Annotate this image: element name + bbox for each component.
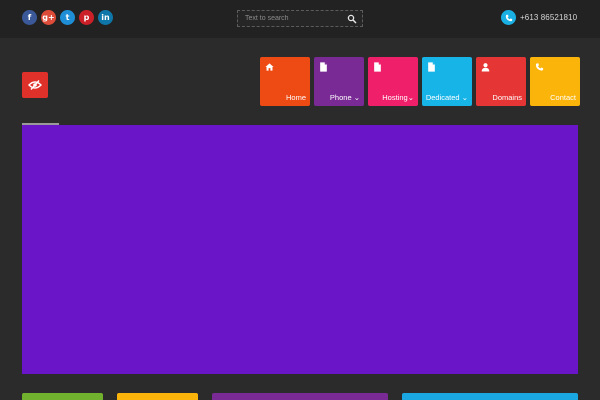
search-icon[interactable] — [347, 14, 357, 24]
file-icon — [320, 62, 327, 72]
nav-item-contact[interactable]: Contact — [530, 57, 580, 106]
nav-item-label: Dedicated ⌄ — [425, 93, 468, 102]
nav-item-label: Phone ⌄ — [329, 93, 360, 102]
nav-item-label: Contact — [550, 93, 576, 102]
phone-icon — [501, 10, 516, 25]
nav-item-dedicated[interactable]: Dedicated ⌄ — [422, 57, 472, 106]
eye-slash-icon — [28, 80, 42, 90]
social-links: f g+ t p in — [22, 10, 113, 25]
nav-item-hosting[interactable]: Hosting⌄ — [368, 57, 418, 106]
nav-item-home[interactable]: Home — [260, 57, 310, 106]
nav-item-label: Hosting⌄ — [382, 93, 414, 102]
twitter-icon[interactable]: t — [60, 10, 75, 25]
nav-item-domains[interactable]: Domains — [476, 57, 526, 106]
chevron-down-icon: ⌄ — [407, 93, 414, 102]
feature-tile[interactable] — [212, 393, 388, 400]
phone-number[interactable]: +613 86521810 — [520, 13, 577, 22]
file-icon — [374, 62, 381, 72]
hero-slider[interactable] — [22, 125, 578, 374]
facebook-icon[interactable]: f — [22, 10, 37, 25]
google-plus-icon[interactable]: g+ — [41, 10, 56, 25]
feature-tile[interactable] — [22, 393, 103, 400]
top-bar: f g+ t p in +613 86521810 — [0, 0, 600, 38]
search-input[interactable] — [238, 11, 342, 26]
file-icon — [428, 62, 435, 72]
main-nav: Home Phone ⌄ Hosting⌄ Dedicated ⌄ Domain… — [260, 57, 580, 106]
search-box — [237, 10, 363, 27]
user-icon — [481, 63, 490, 72]
pinterest-icon[interactable]: p — [79, 10, 94, 25]
nav-item-phone[interactable]: Phone ⌄ — [314, 57, 364, 106]
chevron-down-icon: ⌄ — [461, 93, 468, 102]
phone-icon — [535, 63, 544, 71]
nav-item-label: Home — [285, 93, 306, 102]
feature-tile[interactable] — [117, 393, 198, 400]
home-icon — [265, 63, 274, 71]
chevron-down-icon: ⌄ — [353, 93, 360, 102]
linkedin-icon[interactable]: in — [98, 10, 113, 25]
feature-tile[interactable] — [402, 393, 578, 400]
phone-contact: +613 86521810 — [501, 10, 577, 25]
nav-item-label: Domains — [492, 93, 522, 102]
logo[interactable] — [22, 72, 48, 98]
